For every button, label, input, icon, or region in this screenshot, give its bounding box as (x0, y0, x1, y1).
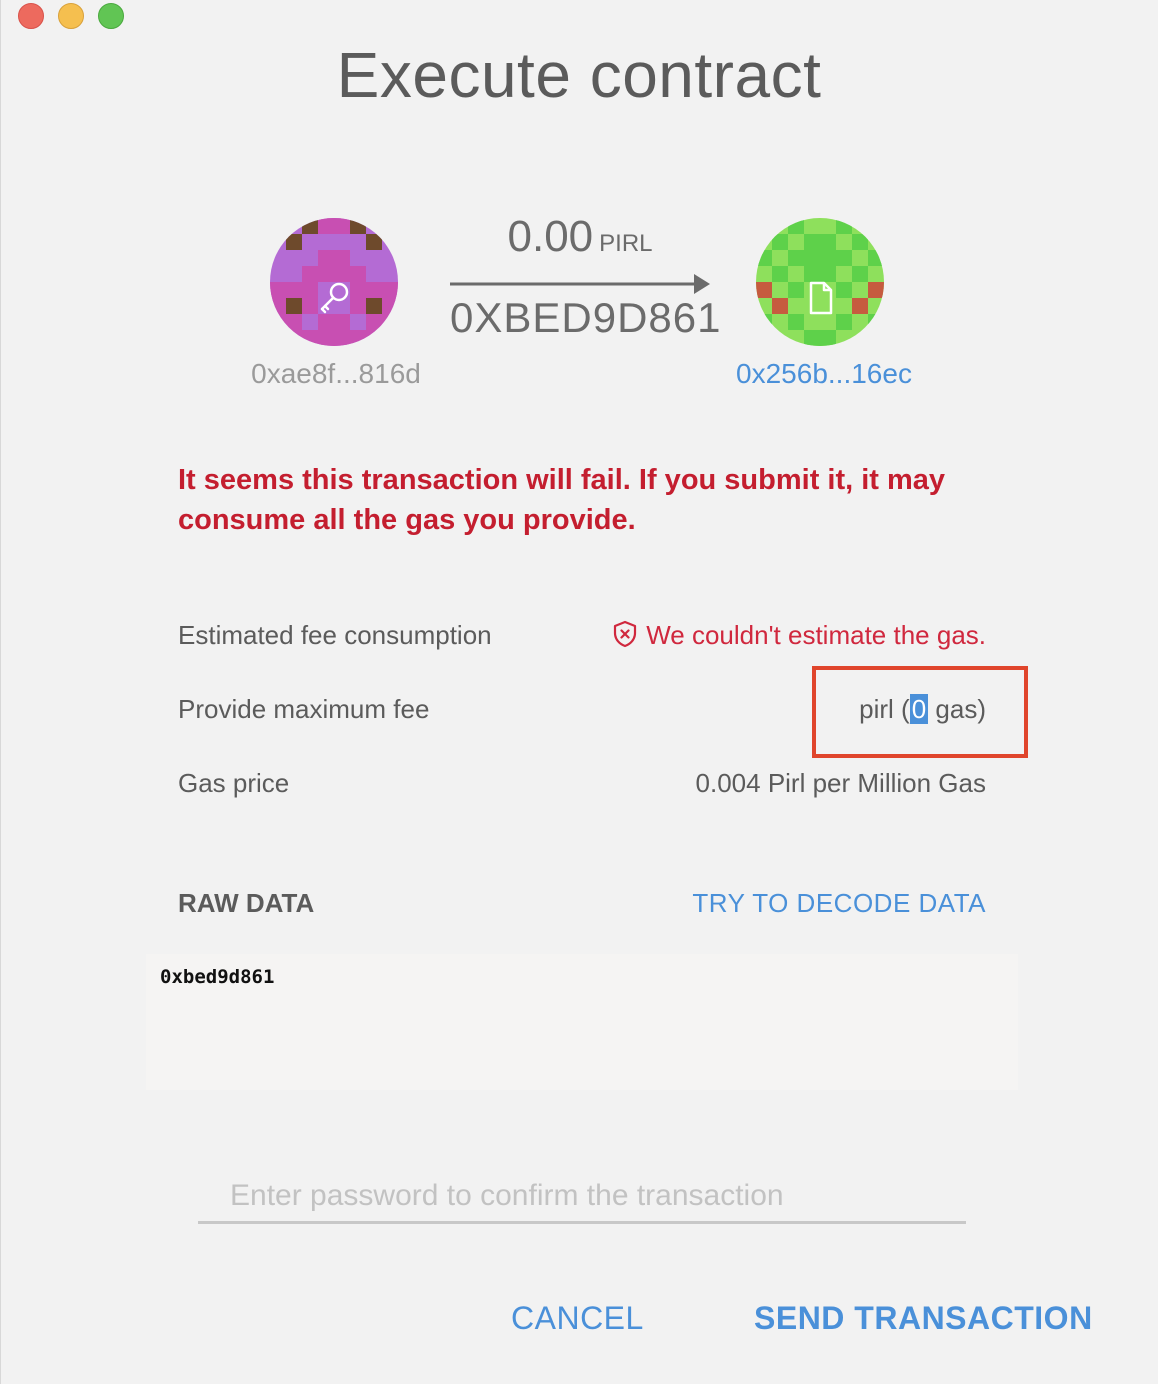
to-contract-identicon[interactable] (756, 218, 884, 346)
estimated-fee-value: We couldn't estimate the gas. (612, 620, 986, 651)
raw-data-label: RAW DATA (178, 888, 315, 918)
raw-data-text: 0xbed9d861 (160, 966, 275, 988)
page-title: Execute contract (336, 39, 822, 111)
amount-value: 0.00 (507, 212, 594, 261)
from-address[interactable]: 0xae8f...816d (206, 358, 466, 390)
cancel-button[interactable]: CANCEL (511, 1300, 644, 1337)
key-icon (320, 282, 349, 314)
gas-price-label: Gas price (178, 768, 290, 798)
gas-price-row: Gas price 0.004 Pirl per Million Gas (178, 768, 986, 808)
password-input[interactable] (198, 1170, 966, 1224)
send-transaction-button[interactable]: SEND TRANSACTION (754, 1300, 1093, 1337)
shield-error-icon (614, 620, 637, 648)
contract-document-icon (809, 281, 833, 315)
decode-data-link[interactable]: TRY TO DECODE DATA (692, 888, 986, 919)
transfer-arrow-icon (450, 274, 710, 294)
estimated-fee-error-text: We couldn't estimate the gas. (646, 620, 986, 650)
max-fee-label: Provide maximum fee (178, 694, 430, 724)
estimated-fee-label: Estimated fee consumption (178, 620, 492, 650)
transaction-fail-warning: It seems this transaction will fail. If … (178, 464, 946, 536)
amount-unit: PIRL (599, 230, 653, 257)
window-close-button[interactable] (18, 3, 44, 29)
to-address[interactable]: 0x256b...16ec (694, 358, 954, 390)
estimated-fee-row: Estimated fee consumption We couldn't es… (178, 620, 986, 660)
method-signature: 0XBED9D861 (450, 294, 722, 341)
amount-display: 0.00 PIRL (450, 212, 710, 262)
window-maximize-button[interactable] (98, 3, 124, 29)
from-account-identicon[interactable] (270, 218, 398, 346)
gas-price-value: 0.004 Pirl per Million Gas (695, 768, 986, 798)
window-minimize-button[interactable] (58, 3, 84, 29)
highlight-annotation-box (812, 666, 1028, 758)
raw-data-box[interactable]: 0xbed9d861 (146, 954, 1018, 1090)
